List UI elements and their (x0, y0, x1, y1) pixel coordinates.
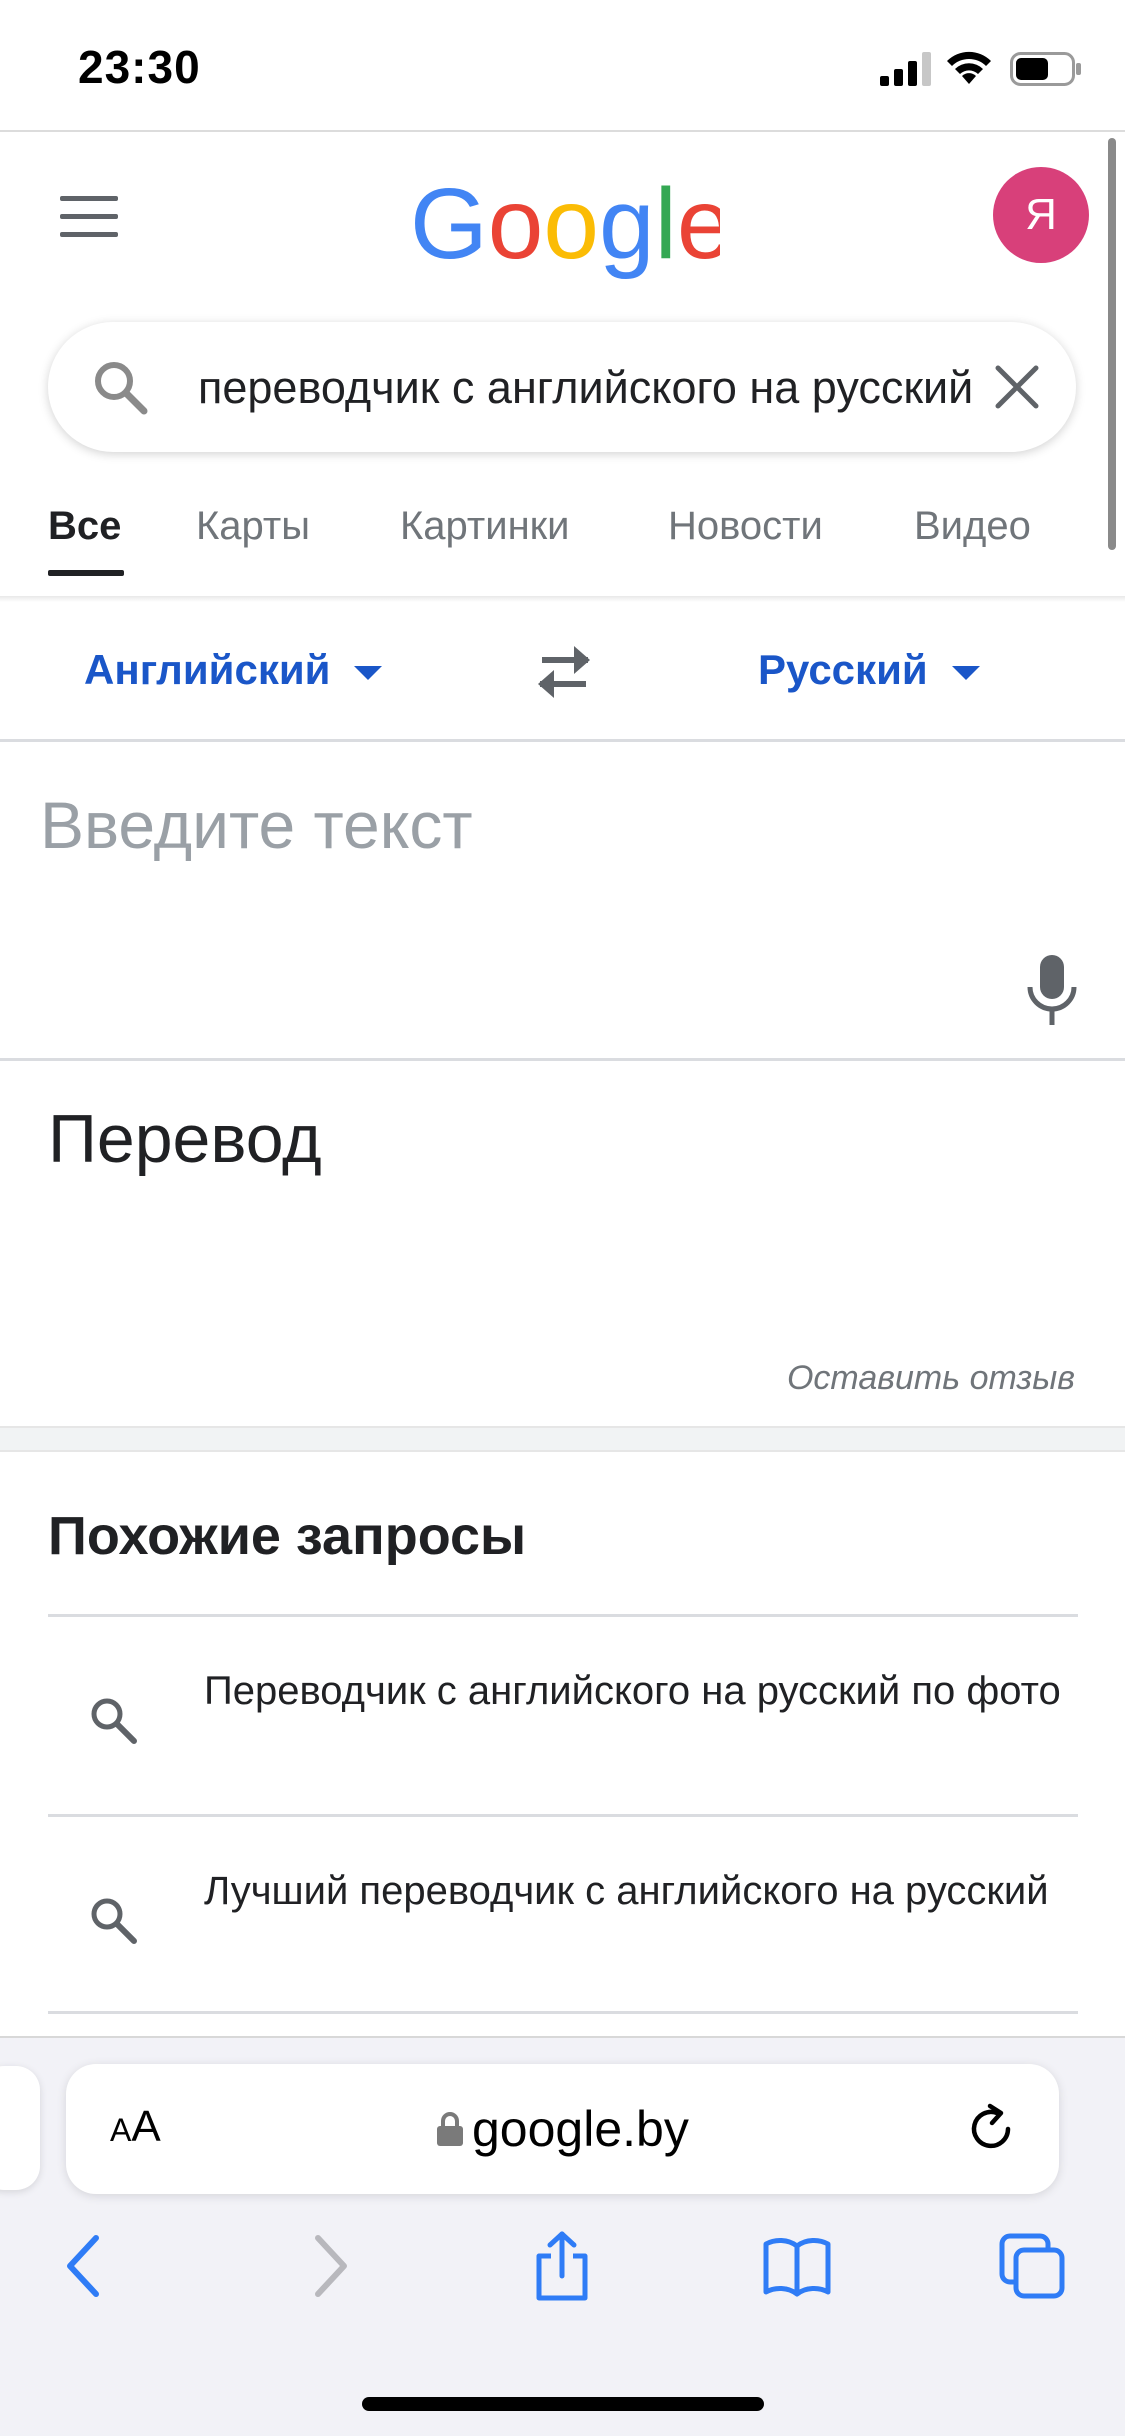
wifi-icon (947, 51, 991, 84)
target-language-label: Русский (758, 646, 928, 693)
text-size-button[interactable]: AA (110, 2102, 161, 2152)
url-display[interactable]: google.by (436, 2100, 689, 2158)
url-text: google.by (472, 2101, 689, 2157)
avatar-letter: Я (1025, 190, 1057, 239)
cellular-signal-icon (880, 52, 931, 86)
related-search-item[interactable]: Лучший переводчик с английского на русск… (48, 1814, 1078, 2014)
active-tab-indicator (48, 570, 124, 576)
menu-icon[interactable] (60, 196, 118, 238)
target-language-select[interactable]: Русский (758, 646, 980, 694)
translation-output: Перевод Оставить отзыв (0, 1064, 1125, 1426)
tab-images[interactable]: Картинки (400, 504, 570, 549)
search-icon (95, 362, 148, 415)
safari-bottom-bar: AA google.by (0, 2036, 1125, 2436)
search-box[interactable]: переводчик с английского на русский (48, 322, 1076, 452)
address-bar[interactable]: AA google.by (66, 2064, 1059, 2194)
account-avatar[interactable]: Я (993, 167, 1089, 263)
page-scrollbar[interactable] (1108, 138, 1116, 550)
aa-large-letter: A (131, 2102, 161, 2151)
tab-all[interactable]: Все (48, 504, 121, 549)
dropdown-arrow-icon (354, 665, 383, 680)
input-placeholder: Введите текст (40, 788, 473, 862)
status-time: 23:30 (78, 41, 201, 93)
google-logo[interactable]: Google (410, 170, 720, 280)
home-indicator[interactable] (362, 2397, 764, 2411)
aa-small-letter: A (110, 2112, 132, 2148)
previous-tab-preview[interactable] (0, 2066, 40, 2190)
battery-icon (1010, 52, 1081, 86)
dropdown-arrow-icon (951, 665, 980, 680)
search-icon (91, 1698, 137, 1744)
tabs-icon[interactable] (998, 2230, 1068, 2302)
back-icon[interactable] (50, 2230, 120, 2302)
translation-input[interactable]: Введите текст (0, 745, 1125, 1061)
share-icon[interactable] (527, 2230, 597, 2302)
forward-icon[interactable] (294, 2230, 364, 2302)
bookmarks-icon[interactable] (762, 2230, 832, 2302)
related-searches-title: Похожие запросы (48, 1506, 527, 1566)
search-icon (91, 1898, 137, 1944)
tab-news[interactable]: Новости (668, 504, 823, 549)
search-tabs: Все Карты Картинки Новости Видео (0, 490, 1125, 596)
status-bar: 23:30 (0, 0, 1125, 132)
related-search-item[interactable]: Переводчик с английского на русский по ф… (48, 1614, 1078, 1814)
related-search-text: Переводчик с английского на русский по ф… (204, 1669, 1061, 1713)
source-language-label: Английский (84, 646, 331, 693)
related-searches-list: Переводчик с английского на русский по ф… (48, 1614, 1078, 2014)
related-search-text: Лучший переводчик с английского на русск… (204, 1869, 1049, 1913)
clear-search-icon[interactable] (992, 362, 1042, 412)
swap-languages-icon[interactable] (528, 640, 600, 704)
translator-language-row: Английский Русский (0, 602, 1125, 742)
tab-maps[interactable]: Карты (196, 504, 310, 549)
tab-video[interactable]: Видео (914, 504, 1031, 549)
search-input[interactable]: переводчик с английского на русский (198, 362, 988, 414)
section-divider (0, 1426, 1125, 1452)
source-language-select[interactable]: Английский (84, 646, 383, 694)
output-placeholder: Перевод (48, 1101, 322, 1177)
feedback-link[interactable]: Оставить отзыв (787, 1359, 1075, 1398)
reload-icon[interactable] (964, 2102, 1018, 2156)
microphone-icon[interactable] (1024, 953, 1080, 1027)
lock-icon (437, 2112, 463, 2146)
svg-text:Google: Google (410, 170, 720, 280)
